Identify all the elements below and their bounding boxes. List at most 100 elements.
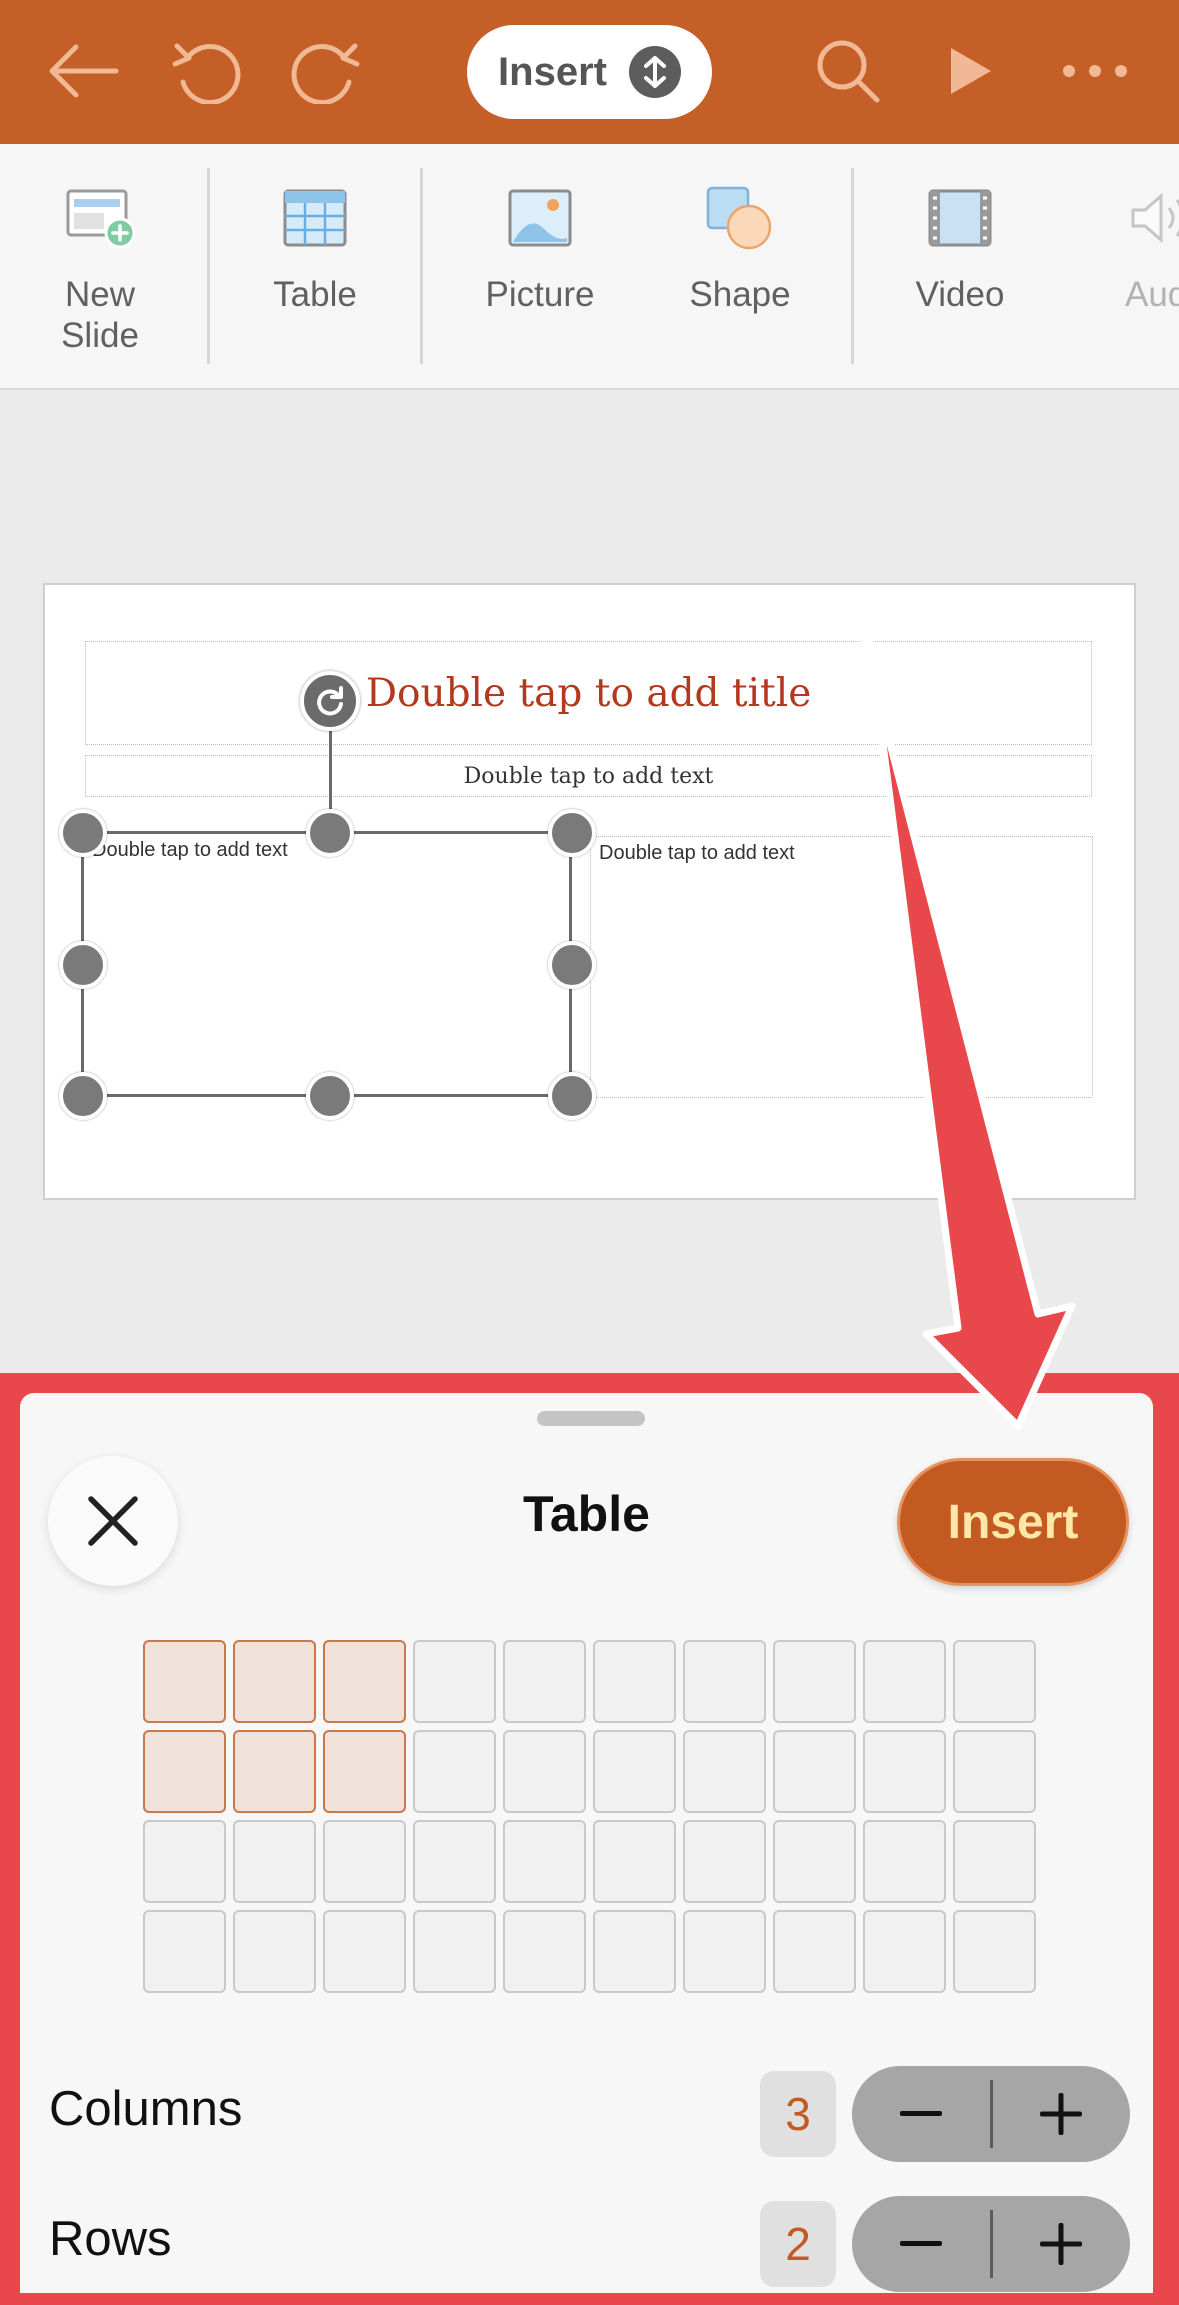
- grid-cell[interactable]: [683, 1910, 766, 1993]
- grid-cell[interactable]: [863, 1910, 946, 1993]
- rows-label: Rows: [49, 2212, 172, 2266]
- grid-cell[interactable]: [773, 1730, 856, 1813]
- grid-cell[interactable]: [683, 1730, 766, 1813]
- grid-cell[interactable]: [863, 1640, 946, 1723]
- search-icon[interactable]: [803, 26, 893, 116]
- grid-cell[interactable]: [683, 1640, 766, 1723]
- resize-handle[interactable]: [306, 809, 354, 857]
- sheet-grabber[interactable]: [537, 1411, 645, 1426]
- up-down-chevron-icon: [628, 46, 681, 98]
- rows-increment-button[interactable]: [992, 2196, 1130, 2292]
- new-slide-icon: [64, 182, 136, 254]
- subtitle-placeholder[interactable]: Double tap to add text: [85, 755, 1092, 797]
- ribbon-audio-label: Audi: [1124, 275, 1179, 314]
- grid-cell[interactable]: [143, 1820, 226, 1903]
- grid-cell[interactable]: [413, 1910, 496, 1993]
- grid-cell[interactable]: [953, 1640, 1036, 1723]
- grid-cell[interactable]: [323, 1640, 406, 1723]
- right-content-placeholder[interactable]: Double tap to add text: [590, 836, 1093, 1098]
- picture-icon: [504, 182, 576, 254]
- columns-decrement-button[interactable]: [852, 2066, 990, 2162]
- grid-cell[interactable]: [773, 1820, 856, 1903]
- top-toolbar: Insert: [0, 0, 1179, 144]
- grid-cell[interactable]: [503, 1640, 586, 1723]
- left-content-placeholder: Double tap to add text: [92, 839, 288, 861]
- resize-handle[interactable]: [548, 941, 596, 989]
- plus-icon: [1040, 2093, 1082, 2135]
- columns-increment-button[interactable]: [992, 2066, 1130, 2162]
- grid-cell[interactable]: [863, 1730, 946, 1813]
- columns-stepper: [852, 2066, 1130, 2162]
- resize-handle[interactable]: [59, 809, 107, 857]
- redo-icon[interactable]: [282, 26, 372, 116]
- audio-icon: [1124, 182, 1179, 254]
- ellipsis-icon[interactable]: [1050, 26, 1140, 116]
- undo-icon[interactable]: [160, 26, 250, 116]
- plus-icon: [1040, 2223, 1082, 2265]
- resize-handle[interactable]: [306, 1072, 354, 1120]
- selected-content-placeholder[interactable]: Double tap to add text: [81, 831, 572, 1097]
- rows-decrement-button[interactable]: [852, 2196, 990, 2292]
- grid-cell[interactable]: [413, 1640, 496, 1723]
- app-screen: Insert New Slide Table Picture Shape Vid…: [0, 0, 1179, 2305]
- ribbon-shape[interactable]: Shape: [665, 144, 815, 388]
- grid-cell[interactable]: [233, 1820, 316, 1903]
- mode-label: Insert: [498, 49, 607, 94]
- rotate-handle-icon[interactable]: [300, 671, 360, 731]
- video-icon: [924, 182, 996, 254]
- shape-icon: [704, 182, 776, 254]
- grid-cell[interactable]: [593, 1820, 676, 1903]
- grid-cell[interactable]: [503, 1730, 586, 1813]
- arrow-left-icon[interactable]: [38, 26, 128, 116]
- table-bottom-sheet: Table Insert Columns 3 Rows 2: [20, 1393, 1153, 2293]
- grid-cell[interactable]: [773, 1910, 856, 1993]
- insert-button[interactable]: Insert: [897, 1458, 1129, 1586]
- resize-handle[interactable]: [59, 941, 107, 989]
- minus-icon: [900, 2111, 942, 2116]
- grid-cell[interactable]: [953, 1730, 1036, 1813]
- resize-handle[interactable]: [548, 809, 596, 857]
- ribbon-picture-label: Picture: [485, 275, 595, 314]
- grid-cell[interactable]: [143, 1730, 226, 1813]
- rows-stepper: [852, 2196, 1130, 2292]
- grid-cell[interactable]: [233, 1730, 316, 1813]
- grid-cell[interactable]: [863, 1820, 946, 1903]
- ribbon-divider: [420, 168, 423, 364]
- table-icon: [279, 182, 351, 254]
- ribbon-picture[interactable]: Picture: [465, 144, 615, 388]
- table-size-grid[interactable]: [143, 1640, 1036, 1994]
- minus-icon: [900, 2241, 942, 2246]
- grid-cell[interactable]: [413, 1730, 496, 1813]
- grid-cell[interactable]: [233, 1910, 316, 1993]
- grid-cell[interactable]: [593, 1730, 676, 1813]
- grid-cell[interactable]: [143, 1910, 226, 1993]
- grid-cell[interactable]: [323, 1910, 406, 1993]
- resize-handle[interactable]: [59, 1072, 107, 1120]
- grid-cell[interactable]: [503, 1820, 586, 1903]
- ribbon-table[interactable]: Table: [245, 144, 385, 388]
- ribbon-new-slide-label: New Slide: [61, 275, 139, 355]
- grid-cell[interactable]: [953, 1910, 1036, 1993]
- title-placeholder[interactable]: Double tap to add title: [85, 641, 1092, 745]
- ribbon-mode-switcher[interactable]: Insert: [467, 25, 712, 119]
- grid-cell[interactable]: [143, 1640, 226, 1723]
- ribbon-table-label: Table: [273, 275, 357, 314]
- columns-label: Columns: [49, 2082, 243, 2136]
- grid-cell[interactable]: [503, 1910, 586, 1993]
- grid-cell[interactable]: [323, 1730, 406, 1813]
- resize-handle[interactable]: [548, 1072, 596, 1120]
- ribbon-video[interactable]: Video: [885, 144, 1035, 388]
- ribbon-audio[interactable]: Audi: [1090, 144, 1179, 388]
- grid-cell[interactable]: [593, 1640, 676, 1723]
- play-icon[interactable]: [925, 26, 1015, 116]
- grid-cell[interactable]: [413, 1820, 496, 1903]
- ribbon-divider: [851, 168, 854, 364]
- grid-cell[interactable]: [953, 1820, 1036, 1903]
- grid-cell[interactable]: [323, 1820, 406, 1903]
- grid-cell[interactable]: [593, 1910, 676, 1993]
- grid-cell[interactable]: [683, 1820, 766, 1903]
- ribbon-shape-label: Shape: [689, 275, 791, 314]
- grid-cell[interactable]: [233, 1640, 316, 1723]
- ribbon-new-slide[interactable]: New Slide: [30, 144, 170, 388]
- grid-cell[interactable]: [773, 1640, 856, 1723]
